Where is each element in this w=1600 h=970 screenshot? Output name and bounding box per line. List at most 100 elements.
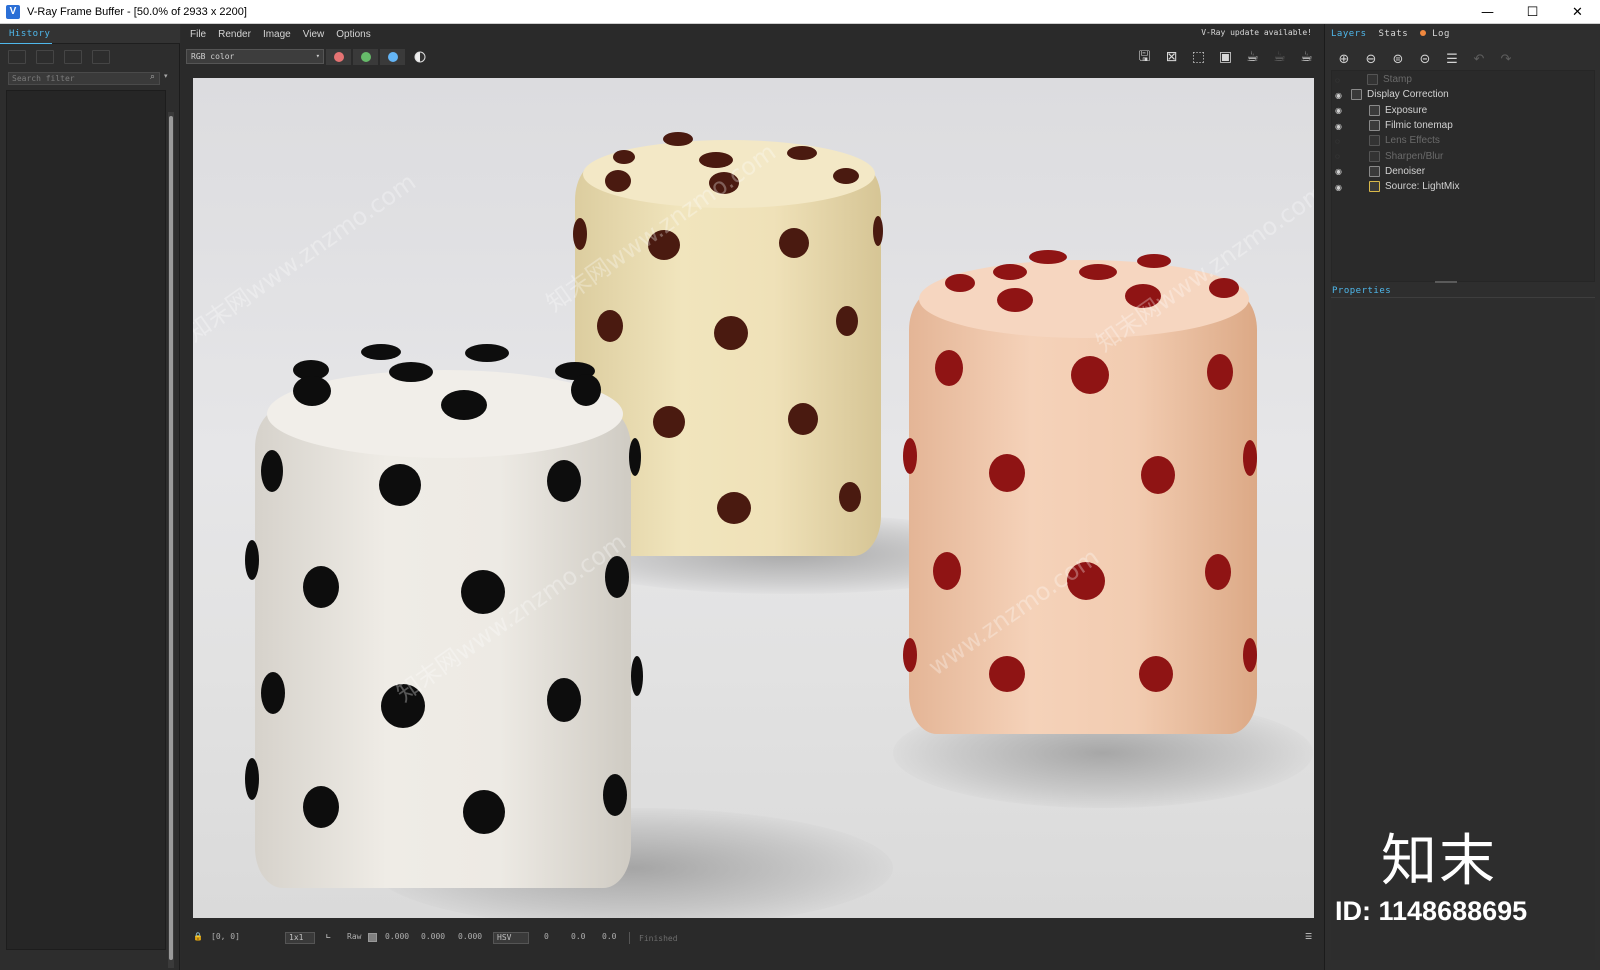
save-layers-icon[interactable]: ⊜ [1389, 52, 1407, 67]
history-list[interactable] [6, 90, 166, 950]
add-layer-icon[interactable]: ⊕ [1335, 52, 1353, 67]
stop-render-icon[interactable]: ☕ [1270, 48, 1289, 66]
menu-render[interactable]: Render [218, 29, 251, 40]
close-button[interactable]: ✕ [1555, 0, 1600, 24]
save-image-icon[interactable]: 🖫 [1135, 48, 1154, 66]
zoom-select[interactable]: 1x1 [285, 932, 315, 944]
eye-off-icon[interactable]: ◌ [1335, 137, 1349, 146]
layer-denoiser[interactable]: ◉ Denoiser [1331, 164, 1595, 179]
tab-log[interactable]: Log [1414, 29, 1456, 39]
pompom-spot [547, 460, 581, 502]
layer-lens-effects[interactable]: ◌ Lens Effects [1331, 133, 1595, 148]
color-mode-label[interactable]: Raw [347, 932, 361, 941]
history-compare-icon[interactable] [36, 50, 54, 64]
eye-off-icon[interactable]: ◌ [1335, 152, 1349, 161]
pompom-spot [465, 344, 509, 362]
eye-icon[interactable]: ◉ [1335, 106, 1349, 115]
pompom-spot [613, 150, 635, 164]
update-notice[interactable]: V-Ray update available! [1201, 28, 1312, 37]
layer-label: Sharpen/Blur [1385, 150, 1444, 162]
pompom-spot [441, 390, 487, 420]
layer-sharpen-blur[interactable]: ◌ Sharpen/Blur [1331, 148, 1595, 163]
layer-exposure[interactable]: ◉ Exposure [1331, 103, 1595, 118]
render-icon[interactable]: ☕ [1297, 48, 1316, 66]
hsv-h-value: 0 [544, 932, 549, 941]
pompom-spot [836, 306, 858, 336]
maximize-button[interactable]: ☐ [1510, 0, 1555, 24]
tab-properties[interactable]: Properties [1332, 286, 1391, 296]
history-search-input[interactable]: Search filter [8, 72, 160, 85]
layer-filmic-tonemap[interactable]: ◉ Filmic tonemap [1331, 118, 1595, 133]
pompom-spot [261, 672, 285, 714]
alpha-channel-button[interactable] [407, 49, 432, 65]
color-picker-icon[interactable]: ∟ [326, 932, 331, 941]
panel-splitter[interactable] [1435, 281, 1457, 283]
delete-layer-icon[interactable]: ⊖ [1362, 52, 1380, 67]
pompom-spot [873, 216, 883, 246]
pompom-spot [261, 450, 283, 492]
color-space-value: HSV [497, 933, 512, 942]
menu-options[interactable]: Options [336, 29, 370, 40]
load-layers-icon[interactable]: ⊝ [1416, 52, 1434, 67]
status-divider [629, 932, 630, 944]
log-toggle-icon[interactable]: ☰ [1305, 932, 1312, 941]
menu-bar: File Render Image View Options V-Ray upd… [181, 24, 1324, 44]
chevron-down-icon[interactable]: ▾ [164, 72, 172, 85]
blue-channel-button[interactable] [380, 49, 405, 65]
pompom-spot [303, 786, 339, 828]
redo-icon[interactable]: ↷ [1497, 52, 1515, 67]
eye-icon[interactable]: ◉ [1335, 167, 1349, 176]
ipr-render-icon[interactable]: ☕ [1243, 48, 1262, 66]
pompom-spot [571, 374, 601, 406]
layer-source-lightmix[interactable]: ◉ Source: LightMix [1331, 179, 1595, 194]
pompom-spot [361, 344, 401, 360]
clear-image-icon[interactable]: ⊠ [1162, 48, 1181, 66]
eye-icon[interactable]: ◉ [1335, 91, 1349, 100]
channel-select[interactable]: RGB color ▾ [186, 49, 324, 64]
minimize-button[interactable]: — [1465, 0, 1510, 24]
pompom-spot [989, 454, 1025, 492]
pompom-spot [1205, 554, 1231, 590]
menu-file[interactable]: File [190, 29, 206, 40]
pompom-spot [788, 403, 818, 435]
image-watermark: 知末网www.znzmo.com [193, 167, 422, 348]
chevron-down-icon: ▾ [315, 52, 320, 60]
track-mouse-icon[interactable]: ▣ [1216, 48, 1235, 66]
history-load-icon[interactable] [64, 50, 82, 64]
layer-label: Exposure [1385, 104, 1428, 116]
red-channel-button[interactable] [326, 49, 351, 65]
region-render-icon[interactable]: ⬚ [1189, 48, 1208, 66]
tab-stats[interactable]: Stats [1373, 29, 1415, 39]
menu-view[interactable]: View [303, 29, 325, 40]
history-save-icon[interactable] [8, 50, 26, 64]
pompom-spot [1243, 440, 1257, 476]
tab-layers[interactable]: Layers [1325, 29, 1373, 39]
layer-stamp[interactable]: ◌ Stamp [1331, 72, 1595, 87]
menu-image[interactable]: Image [263, 29, 291, 40]
layer-list-menu-icon[interactable]: ☰ [1443, 52, 1461, 67]
history-scrollbar[interactable] [168, 112, 174, 968]
curve-layer-icon [1351, 89, 1362, 101]
red-dot-icon [333, 52, 344, 62]
lock-icon[interactable]: 🔒 [193, 932, 203, 941]
scrollbar-thumb[interactable] [169, 116, 173, 960]
channel-select-value: RGB color [191, 52, 235, 61]
layer-display-correction[interactable]: ◉ Display Correction [1331, 87, 1595, 102]
color-space-select[interactable]: HSV [493, 932, 529, 944]
history-remove-icon[interactable] [92, 50, 110, 64]
render-viewport[interactable]: 知末网www.znzmo.com 知末网www.znzmo.com 知末网www… [193, 78, 1314, 918]
layers-list: ◌ Stamp ◉ Display Correction ◉ Exposure ◉ Fi… [1331, 72, 1595, 194]
eye-icon[interactable]: ◉ [1335, 122, 1349, 131]
search-icon[interactable]: ⌕ [150, 72, 162, 85]
green-channel-button[interactable] [353, 49, 378, 65]
eye-icon[interactable]: ◉ [1335, 183, 1349, 192]
layer-label: Lens Effects [1385, 135, 1440, 147]
undo-icon[interactable]: ↶ [1470, 52, 1488, 67]
blue-dot-icon [387, 52, 398, 62]
tab-history[interactable]: History [9, 29, 50, 39]
rgb-g-value: 0.000 [421, 932, 446, 941]
rgb-b-value: 0.000 [458, 932, 483, 941]
eye-off-icon[interactable]: ◌ [1335, 76, 1349, 85]
pixel-coords: [0, 0] [211, 932, 240, 941]
rgb-r-value: 0.000 [385, 932, 410, 941]
